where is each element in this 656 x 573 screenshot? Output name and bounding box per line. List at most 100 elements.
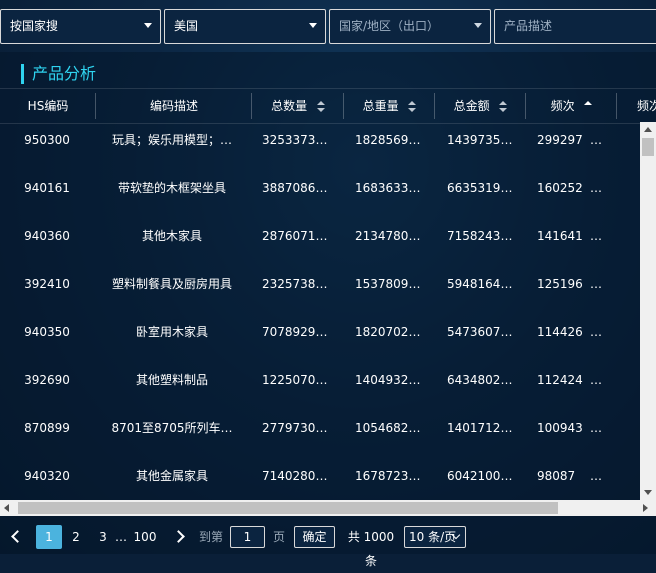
- cell-total-weight: 1054682…: [355, 421, 421, 435]
- total-count: 共 1000 条: [347, 530, 395, 568]
- sort-icon[interactable]: [408, 101, 417, 112]
- cell-total-quantity: 3887086…: [262, 181, 328, 195]
- cell-total-quantity: 7078929…: [262, 325, 328, 339]
- pagination: 1 2 3 … 100 到第 1 页 确定 共 1000 条 10 条/页: [0, 525, 656, 568]
- cell-hs-code: 392410: [24, 277, 70, 291]
- cell-hs-code: 940161: [24, 181, 70, 195]
- cell-total-quantity: 2325738…: [262, 277, 328, 291]
- country-select[interactable]: 美国: [164, 9, 326, 44]
- column-header-desc[interactable]: 编码描述: [96, 89, 252, 123]
- cell-hs-code: 392690: [24, 373, 70, 387]
- scroll-up-icon[interactable]: [644, 127, 652, 132]
- prev-page-icon[interactable]: [11, 530, 24, 543]
- cell-total-weight: 1678723…: [355, 469, 421, 483]
- cell-total-weight: 1828569…: [355, 133, 421, 147]
- cell-truncated: …: [590, 373, 602, 387]
- cell-total-amount: 1439735…: [447, 133, 513, 147]
- cell-total-weight: 1683633…: [355, 181, 421, 195]
- cell-total-quantity: 3253373…: [262, 133, 328, 147]
- page-button-2[interactable]: 2: [66, 525, 86, 549]
- table-body: 950300 玩具；娱乐用模型；… 3253373… 1828569… 1439735……: [0, 122, 656, 500]
- cell-total-quantity: 2779730…: [262, 421, 328, 435]
- confirm-button[interactable]: 确定: [294, 526, 335, 548]
- page-button-3[interactable]: 3: [93, 525, 113, 549]
- scrollbar-thumb[interactable]: [642, 138, 654, 156]
- cell-total-quantity: 7140280…: [262, 469, 328, 483]
- cell-total-weight: 2134780…: [355, 229, 421, 243]
- cell-description: 带软垫的木框架坐具: [117, 181, 226, 195]
- cell-total-weight: 1537809…: [355, 277, 421, 291]
- goto-label: 到第: [198, 530, 223, 544]
- table-row[interactable]: 392690 其他塑料制品 1225070… 1404932… 6434802… 1124…: [0, 362, 656, 410]
- sort-icon[interactable]: [499, 101, 508, 112]
- column-header-hs[interactable]: HS编码: [0, 89, 96, 123]
- cell-description: 卧室用木家具: [135, 325, 208, 339]
- chevron-down-icon: [474, 23, 482, 28]
- table-row[interactable]: 392410 塑料制餐具及厨房用具 2325738… 1537809… 5948164……: [0, 266, 656, 314]
- cell-total-amount: 5473607…: [447, 325, 513, 339]
- sort-icon[interactable]: [316, 101, 325, 112]
- table-row[interactable]: 870899 8701至8705所列车… 2779730… 1054682… 14017…: [0, 410, 656, 458]
- column-header-weight[interactable]: 总重量: [344, 89, 435, 123]
- horizontal-scrollbar[interactable]: [0, 500, 656, 516]
- chevron-down-icon: [144, 23, 152, 28]
- vertical-scrollbar[interactable]: [640, 122, 656, 500]
- cell-description: 其他金属家具: [135, 469, 208, 483]
- page-button-100[interactable]: 100: [131, 525, 159, 549]
- page-button-1[interactable]: 1: [36, 525, 62, 549]
- cell-description: 玩具；娱乐用模型；…: [111, 133, 232, 147]
- cell-total-amount: 6434802…: [447, 373, 513, 387]
- table-header: HS编码 编码描述 总数量 总重量 总金额 频次 频次: [0, 88, 656, 124]
- table-row[interactable]: 940350 卧室用木家具 7078929… 1820702… 5473607… 1144…: [0, 314, 656, 362]
- region-placeholder: 国家/地区（出口）: [339, 19, 440, 33]
- goto-page-input[interactable]: 1: [230, 526, 265, 548]
- country-value: 美国: [174, 19, 199, 33]
- cell-truncated: …: [590, 325, 602, 339]
- next-page-icon[interactable]: [172, 530, 185, 543]
- column-header-frequency[interactable]: 频次: [526, 89, 617, 123]
- column-header-amount[interactable]: 总金额: [435, 89, 526, 123]
- table-row[interactable]: 950300 玩具；娱乐用模型；… 3253373… 1828569… 1439735……: [0, 122, 656, 170]
- column-header-label: HS编码: [27, 99, 69, 113]
- cell-total-amount: 5948164…: [447, 277, 513, 291]
- cell-hs-code: 940360: [24, 229, 70, 243]
- page-unit-label: 页: [272, 530, 285, 544]
- cell-hs-code: 870899: [24, 421, 70, 435]
- table-row[interactable]: 940360 其他木家具 2876071… 2134780… 7158243… 14164…: [0, 218, 656, 266]
- cell-truncated: …: [590, 133, 602, 147]
- cell-total-amount: 1401712…: [447, 421, 513, 435]
- search-mode-value: 按国家搜: [10, 19, 59, 33]
- column-header-label: 总金额: [453, 99, 490, 113]
- column-header-label: 频次: [550, 99, 575, 113]
- region-select[interactable]: 国家/地区（出口）: [329, 9, 491, 44]
- cell-truncated: …: [590, 469, 602, 483]
- search-mode-select[interactable]: 按国家搜: [0, 9, 161, 44]
- page-size-select[interactable]: 10 条/页: [404, 526, 466, 548]
- cell-truncated: …: [590, 229, 602, 243]
- scroll-down-icon[interactable]: [644, 490, 652, 495]
- table-row[interactable]: 940161 带软垫的木框架坐具 3887086… 1683633… 6635319… 1…: [0, 170, 656, 218]
- cell-total-quantity: 1225070…: [262, 373, 328, 387]
- cell-truncated: …: [590, 277, 602, 291]
- cell-total-weight: 1820702…: [355, 325, 421, 339]
- scroll-left-icon[interactable]: [4, 504, 9, 512]
- cell-truncated: …: [590, 421, 602, 435]
- sort-ascending-icon[interactable]: [584, 101, 593, 112]
- table-row[interactable]: 940320 其他金属家具 7140280… 1678723… 6042100… 9808…: [0, 458, 656, 500]
- scroll-right-icon[interactable]: [643, 504, 648, 512]
- scrollbar-thumb[interactable]: [18, 502, 558, 514]
- column-header-quantity[interactable]: 总数量: [252, 89, 344, 123]
- product-search-input[interactable]: 产品描述: [494, 9, 656, 44]
- cell-total-amount: 6635319…: [447, 181, 513, 195]
- filter-bar: 按国家搜 美国 国家/地区（出口） 产品描述: [0, 9, 656, 46]
- cell-description: 其他木家具: [141, 229, 202, 243]
- column-header-label: 总重量: [362, 99, 399, 113]
- cell-description: 8701至8705所列车…: [111, 421, 233, 435]
- cell-hs-code: 940320: [24, 469, 70, 483]
- panel-title: 产品分析: [21, 64, 96, 84]
- cell-total-quantity: 2876071…: [262, 229, 328, 243]
- cell-hs-code: 950300: [24, 133, 70, 147]
- page-ellipsis[interactable]: …: [113, 525, 129, 549]
- column-header-frequency-2[interactable]: 频次: [617, 89, 656, 123]
- chevron-down-icon: [309, 23, 317, 28]
